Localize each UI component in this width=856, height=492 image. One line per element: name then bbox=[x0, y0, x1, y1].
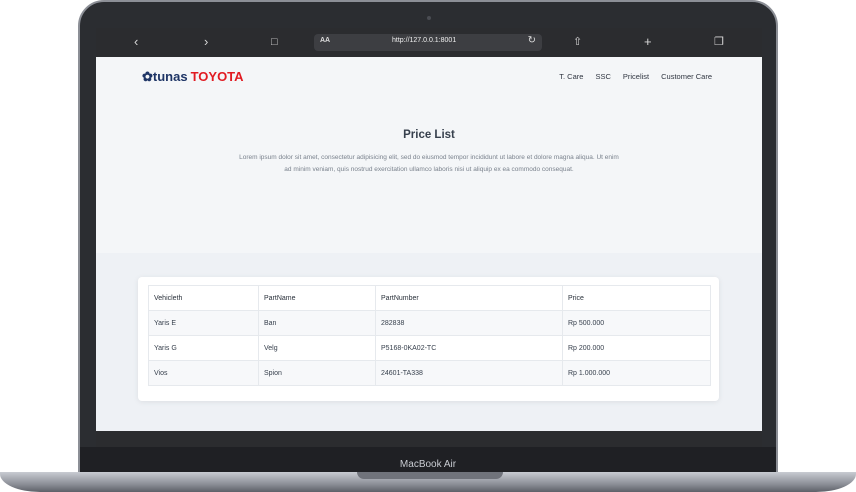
nav-link-ssc[interactable]: SSC bbox=[595, 72, 610, 81]
main-nav: T. Care SSC Pricelist Customer Care bbox=[559, 72, 712, 81]
price-table: Vehicleth PartName PartNumber Price Yari… bbox=[148, 285, 711, 386]
chevron-right-icon[interactable]: › bbox=[204, 34, 208, 50]
cell-part-name: Spion bbox=[258, 360, 376, 386]
cell-part-name: Velg bbox=[258, 335, 376, 361]
table-row: Yaris G Velg P5168-0KA02-TC Rp 200.000 bbox=[148, 335, 711, 361]
cell-vehicle: Yaris E bbox=[148, 310, 259, 336]
url-text[interactable]: http://127.0.0.1:8001 bbox=[392, 37, 456, 44]
logo-tunas: tunas bbox=[152, 69, 188, 84]
device-model-label: MacBook Air bbox=[399, 459, 457, 470]
page-title: Price List bbox=[403, 129, 455, 141]
toyota-emblem-icon: ✿ bbox=[142, 69, 153, 84]
site-header: ✿tunas TOYOTA T. Care SSC Pricelist Custo… bbox=[96, 57, 762, 95]
safari-toolbar: ‹ › □ AA http://127.0.0.1:8001 ↻ ⇧ + ❐ bbox=[96, 28, 762, 57]
nav-link-t-care[interactable]: T. Care bbox=[559, 72, 583, 81]
hero-description: Lorem ipsum dolor sit amet, consectetur … bbox=[239, 154, 619, 173]
column-header-part-number: PartNumber bbox=[375, 285, 563, 311]
book-icon[interactable]: □ bbox=[271, 34, 278, 50]
column-header-part-name: PartName bbox=[258, 285, 376, 311]
hero-section: Price List Lorem ipsum dolor sit amet, c… bbox=[96, 95, 762, 253]
cell-price: Rp 1.000.000 bbox=[562, 360, 711, 386]
nav-link-pricelist[interactable]: Pricelist bbox=[623, 72, 649, 81]
cell-part-name: Ban bbox=[258, 310, 376, 336]
content-section: Vehicleth PartName PartNumber Price Yari… bbox=[96, 253, 762, 431]
cell-price: Rp 500.000 bbox=[562, 310, 711, 336]
cell-part-number: P5168-0KA02-TC bbox=[375, 335, 563, 361]
chevron-left-icon[interactable]: ‹ bbox=[134, 34, 138, 50]
table-row: Yaris E Ban 282838 Rp 500.000 bbox=[148, 310, 711, 336]
table-header-row: Vehicleth PartName PartNumber Price bbox=[148, 285, 711, 311]
table-row: Vios Spion 24601-TA338 Rp 1.000.000 bbox=[148, 360, 711, 386]
cell-vehicle: Yaris G bbox=[148, 335, 259, 361]
cell-part-number: 282838 bbox=[375, 310, 563, 336]
web-page: ✿tunas TOYOTA T. Care SSC Pricelist Custo… bbox=[96, 57, 762, 431]
cell-vehicle: Vios bbox=[148, 360, 259, 386]
page-footer bbox=[96, 431, 762, 447]
logo-toyota: TOYOTA bbox=[190, 69, 244, 84]
cell-price: Rp 200.000 bbox=[562, 335, 711, 361]
cell-part-number: 24601-TA338 bbox=[375, 360, 563, 386]
text-size-button[interactable]: AA bbox=[320, 37, 330, 44]
reload-icon[interactable]: ↻ bbox=[528, 35, 536, 46]
tabs-icon[interactable]: ❐ bbox=[714, 34, 724, 50]
browser-window: ‹ › □ AA http://127.0.0.1:8001 ↻ ⇧ + ❐ ✿… bbox=[96, 28, 762, 447]
share-icon[interactable]: ⇧ bbox=[573, 34, 582, 50]
site-logo[interactable]: ✿tunas TOYOTA bbox=[142, 69, 244, 85]
address-bar[interactable]: AA http://127.0.0.1:8001 ↻ bbox=[314, 34, 542, 51]
camera-icon bbox=[427, 16, 431, 20]
plus-icon[interactable]: + bbox=[644, 34, 652, 50]
price-table-card: Vehicleth PartName PartNumber Price Yari… bbox=[138, 277, 719, 401]
column-header-vehicle: Vehicleth bbox=[148, 285, 259, 311]
laptop-notch bbox=[357, 472, 503, 479]
nav-link-customer-care[interactable]: Customer Care bbox=[661, 72, 712, 81]
column-header-price: Price bbox=[562, 285, 711, 311]
